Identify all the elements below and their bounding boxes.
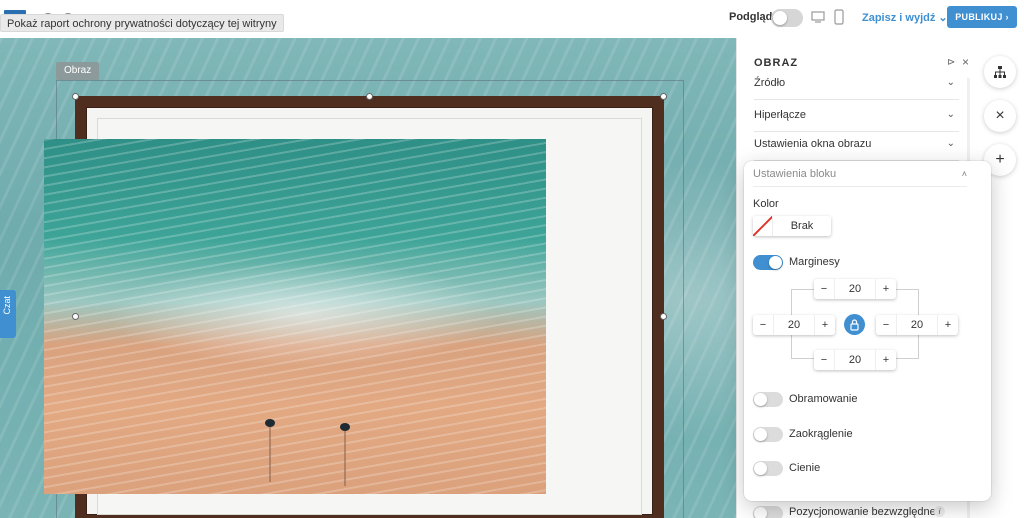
margin-bottom-value[interactable]: 20 — [834, 350, 876, 370]
block-settings-card: Ustawienia bloku ˄ Kolor Brak Marginesy … — [744, 161, 991, 501]
save-exit-button[interactable]: Zapisz i wyjdź ⌄ — [862, 11, 948, 24]
absolute-position-toggle[interactable] — [753, 506, 783, 518]
margins-toggle[interactable] — [753, 255, 783, 270]
border-label: Obramowanie — [789, 393, 858, 405]
margin-top-value[interactable]: 20 — [834, 279, 876, 299]
decrement-button[interactable]: − — [814, 350, 834, 370]
margin-top-stepper[interactable]: − 20 + — [814, 279, 896, 299]
section-label: Ustawienia okna obrazu — [754, 138, 872, 150]
block-tag[interactable]: Obraz — [56, 62, 100, 80]
section-label: Źródło — [754, 77, 786, 89]
desktop-icon[interactable] — [811, 11, 825, 23]
close-icon[interactable]: × — [962, 55, 969, 69]
sitemap-button[interactable] — [984, 56, 1016, 88]
decrement-button[interactable]: − — [876, 315, 896, 335]
preview-label: Podgląd — [729, 11, 773, 23]
decrement-button[interactable]: − — [753, 315, 773, 335]
rounding-label: Zaokrąglenie — [789, 428, 853, 440]
person-figure — [340, 423, 350, 486]
chevron-down-icon: ⌄ — [946, 77, 955, 88]
preview-toggle[interactable] — [771, 9, 803, 27]
border-toggle[interactable] — [753, 392, 783, 407]
margin-right-stepper[interactable]: − 20 + — [876, 315, 958, 335]
close-icon: × — [995, 107, 1005, 124]
margin-right-value[interactable]: 20 — [896, 315, 938, 335]
margins-label: Marginesy — [789, 256, 840, 268]
lock-icon — [850, 319, 859, 331]
chevron-right-icon: › — [1005, 12, 1009, 22]
publish-button[interactable]: PUBLIKUJ › — [947, 6, 1017, 28]
resize-handle[interactable] — [72, 93, 79, 100]
publish-label: PUBLIKUJ — [955, 12, 1003, 22]
resize-handle[interactable] — [660, 93, 667, 100]
top-bar: Pokaż raport ochrony prywatności dotyczą… — [0, 0, 1024, 38]
shadow-toggle[interactable] — [753, 461, 783, 476]
shadow-label: Cienie — [789, 462, 821, 474]
margin-left-stepper[interactable]: − 20 + — [753, 315, 835, 335]
person-figure — [265, 419, 275, 482]
plus-icon: + — [995, 151, 1005, 168]
lock-margins-button[interactable] — [844, 314, 865, 335]
color-label: Kolor — [753, 198, 779, 210]
color-value: Brak — [790, 220, 814, 232]
resize-handle[interactable] — [72, 313, 79, 320]
section-block-settings[interactable]: Ustawienia bloku ˄ — [753, 161, 967, 187]
color-picker[interactable]: Brak — [753, 216, 831, 236]
editor-canvas[interactable]: Obraz Czat — [0, 38, 736, 518]
increment-button[interactable]: + — [938, 315, 958, 335]
decrement-button[interactable]: − — [814, 279, 834, 299]
chevron-down-icon: ⌄ — [946, 138, 955, 149]
mobile-icon[interactable] — [834, 9, 844, 25]
chat-label: Czat — [2, 296, 12, 315]
increment-button[interactable]: + — [815, 315, 835, 335]
rounding-toggle[interactable] — [753, 427, 783, 442]
chat-tab[interactable]: Czat — [0, 290, 16, 338]
margin-bottom-stepper[interactable]: − 20 + — [814, 350, 896, 370]
resize-handle[interactable] — [366, 93, 373, 100]
section-source[interactable]: Źródło ⌄ — [754, 66, 959, 100]
increment-button[interactable]: + — [876, 279, 896, 299]
section-image-window[interactable]: Ustawienia okna obrazu ⌄ — [754, 127, 959, 161]
section-label: Ustawienia bloku — [753, 168, 837, 180]
close-button[interactable]: × — [984, 100, 1016, 132]
absolute-position-label: Pozycjonowanie bezwzględne — [789, 506, 936, 518]
beach-photo — [44, 139, 546, 494]
no-color-swatch — [753, 216, 773, 236]
chevron-up-icon: ˄ — [961, 169, 967, 179]
margin-left-value[interactable]: 20 — [773, 315, 815, 335]
resize-handle[interactable] — [660, 313, 667, 320]
info-icon[interactable]: i — [934, 506, 945, 517]
save-exit-label: Zapisz i wyjdź — [862, 12, 936, 24]
privacy-tooltip: Pokaż raport ochrony prywatności dotyczą… — [0, 14, 284, 32]
sitemap-icon — [994, 66, 1006, 78]
increment-button[interactable]: + — [876, 350, 896, 370]
section-label: Hiperłącze — [754, 109, 806, 121]
